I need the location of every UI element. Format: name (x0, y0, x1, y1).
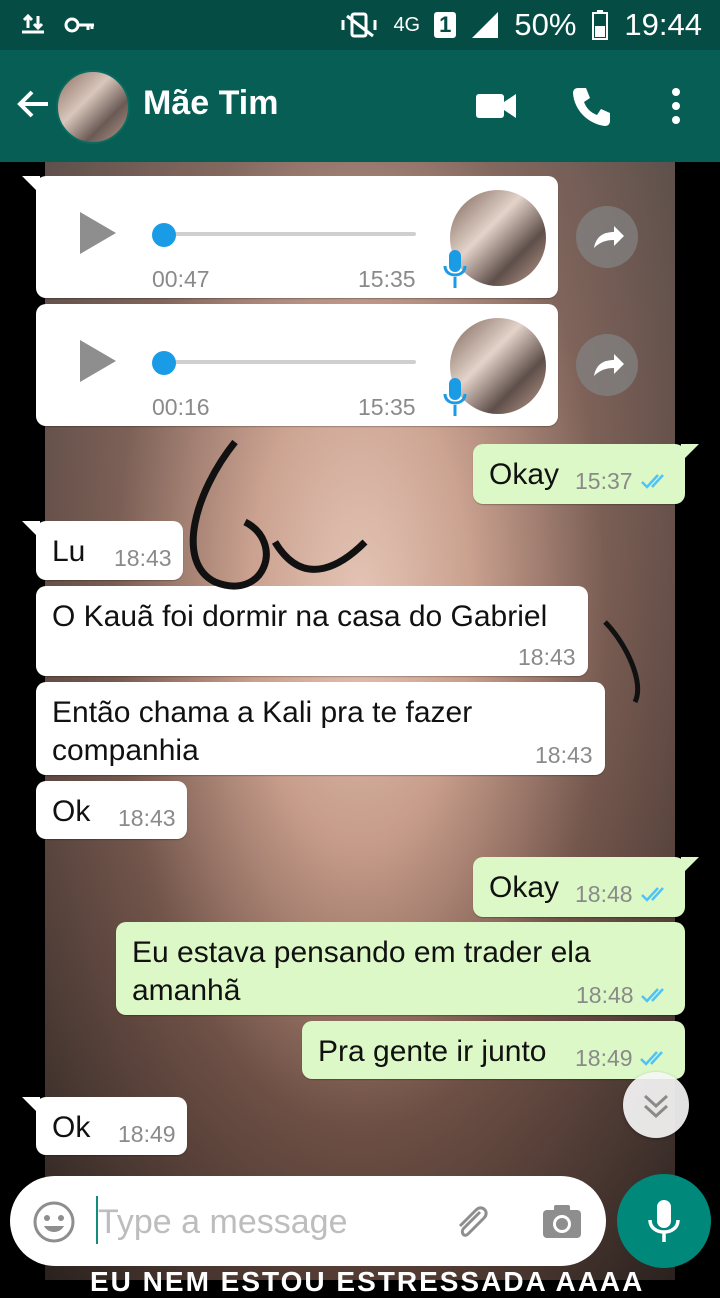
battery-percent: 50% (514, 7, 577, 42)
bubble-tail (22, 1097, 40, 1115)
notification-icons (22, 13, 94, 34)
phone-icon[interactable] (570, 84, 614, 128)
bubble-tail (681, 857, 699, 875)
sim-badge: 1 (434, 12, 457, 38)
bubble-tail (22, 176, 40, 194)
battery-icon (592, 10, 609, 40)
chat-header: Mãe Tim (0, 50, 720, 162)
contact-avatar[interactable] (56, 70, 130, 144)
bubble-tail (681, 444, 699, 462)
more-vert-icon[interactable] (654, 84, 698, 128)
contact-name[interactable]: Mãe Tim (143, 84, 278, 123)
video-call-icon[interactable] (474, 84, 518, 128)
status-bar: 4G 1 50% 19:44 (0, 0, 720, 50)
network-type: 4G (393, 13, 421, 36)
vibrate-mute-icon (341, 12, 377, 38)
wallpaper-scribble (189, 439, 641, 704)
status-left-icons (18, 10, 98, 47)
clock: 19:44 (624, 7, 702, 42)
status-right: 4G 1 50% 19:44 (339, 6, 702, 44)
bubble-tail (22, 521, 40, 539)
back-arrow-icon[interactable] (14, 84, 54, 124)
chat-wallpaper (45, 162, 675, 1280)
signal-icon (472, 12, 499, 38)
